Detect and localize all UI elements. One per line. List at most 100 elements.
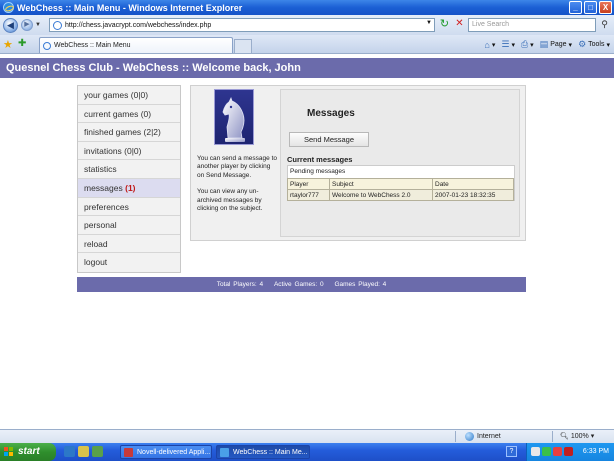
main-menu: your games (0|0) current games (0) finis… — [77, 85, 181, 273]
command-bar: ⌂ ▾ ☰ ▾ ⎙ ▾ ▤ Page ▾ ⚙ Tools ▾ — [484, 39, 610, 50]
browser-status-bar: Internet 🔍︎ 100% ▾ — [0, 429, 614, 443]
close-button[interactable]: X — [599, 1, 612, 14]
zone-label: Internet — [477, 433, 501, 440]
taskbar-item-webchess[interactable]: WebChess :: Main Me... — [216, 445, 310, 459]
taskbar-item-novell[interactable]: Novell-delivered Appli... — [120, 445, 212, 459]
address-toolbar: ◀ ▶ ▼ http://chess.javacrypt.com/webches… — [0, 15, 614, 35]
page-menu[interactable]: ▤ Page ▾ — [540, 39, 572, 50]
tools-menu-label: Tools — [588, 41, 605, 48]
menu-item-messages-label: messages — [84, 182, 123, 193]
total-players-stat: Total Players: 4 — [216, 281, 264, 288]
gear-icon: ⚙ — [578, 39, 587, 49]
messages-title: Messages — [307, 108, 355, 119]
window-titlebar: WebChess :: Main Menu - Windows Internet… — [0, 0, 614, 15]
site-stats-footer: Total Players: 4 Active Games: 0 Games P… — [77, 277, 526, 292]
active-games-stat: Active Games: 0 — [273, 281, 324, 288]
window-controls: _ □ X — [569, 1, 612, 14]
menu-item-reload[interactable]: reload — [78, 234, 180, 254]
column-header-player: Player — [287, 178, 330, 190]
add-favorite-icon[interactable]: ✚ — [18, 38, 26, 49]
url-text: http://chess.javacrypt.com/webchess/inde… — [65, 21, 212, 29]
back-button[interactable]: ◀ — [3, 17, 18, 33]
windows-taskbar: start Novell-delivered Appli... WebChess… — [0, 443, 614, 461]
table-header-row: Player Subject Date — [287, 178, 514, 190]
globe-icon — [465, 432, 474, 441]
tools-menu[interactable]: ⚙ Tools ▾ — [578, 39, 610, 50]
page-menu-label: Page — [550, 41, 567, 48]
message-player: rtaylor777 — [287, 189, 330, 201]
send-message-button[interactable]: Send Message — [289, 132, 369, 147]
start-label: start — [18, 446, 40, 457]
zoom-icon: 🔍︎ — [560, 433, 569, 440]
maximize-button[interactable]: □ — [584, 1, 597, 14]
taskbar-item-label: WebChess :: Main Me... — [233, 449, 308, 456]
tab-label: WebChess :: Main Menu — [54, 42, 131, 49]
games-played-stat: Games Played: 4 — [334, 281, 387, 288]
history-dropdown-icon[interactable]: ▼ — [35, 22, 41, 28]
ie-page-icon — [220, 448, 229, 457]
system-tray: 6:33 PM — [526, 443, 614, 461]
print-button[interactable]: ⎙ ▾ — [521, 39, 534, 50]
unread-count-badge: (1) — [125, 182, 136, 193]
tab-bar: ★ ✚ WebChess :: Main Menu ⌂ ▾ ☰ ▾ ⎙ ▾ ▤ Page… — [0, 35, 614, 54]
new-tab-button[interactable] — [234, 39, 252, 53]
home-icon: ⌂ — [484, 39, 490, 50]
tray-shield-icon[interactable] — [542, 447, 551, 456]
pending-messages-caption: Pending messages — [290, 168, 346, 175]
tab-webchess-main-menu[interactable]: WebChess :: Main Menu — [39, 37, 233, 53]
stop-icon[interactable]: ✕ — [453, 18, 466, 31]
menu-item-finished-games[interactable]: finished games (2|2) — [78, 123, 180, 142]
menu-item-invitations[interactable]: invitations (0|0) — [78, 141, 180, 161]
taskbar-item-label: Novell-delivered Appli... — [137, 449, 211, 456]
messages-table: Player Subject Date rtaylor777 Welcome t… — [287, 178, 514, 201]
menu-item-statistics[interactable]: statistics — [78, 160, 180, 179]
search-input[interactable]: Live Search — [468, 18, 596, 32]
menu-item-your-games[interactable]: your games (0|0) — [78, 86, 180, 105]
minimize-button[interactable]: _ — [569, 1, 582, 14]
tab-page-icon — [43, 41, 51, 50]
quicklaunch-desktop-icon[interactable] — [78, 446, 89, 457]
table-row[interactable]: rtaylor777 Welcome to WebChess 2.0 2007-… — [287, 189, 514, 201]
current-messages-heading: Current messages — [287, 155, 353, 164]
page-menu-icon: ▤ — [539, 39, 549, 49]
menu-item-preferences[interactable]: preferences — [78, 197, 180, 217]
address-dropdown-icon[interactable]: ▼ — [426, 20, 432, 26]
window-title: WebChess :: Main Menu - Windows Internet… — [17, 2, 243, 13]
printer-icon: ⎙ — [520, 39, 529, 49]
zoom-level: 100% — [570, 433, 589, 440]
search-icon[interactable]: ⚲ — [598, 18, 611, 31]
help-text: You can send a message to another player… — [197, 155, 279, 221]
address-bar[interactable]: http://chess.javacrypt.com/webchess/inde… — [49, 18, 435, 32]
status-divider — [552, 431, 553, 442]
favorites-star-icon[interactable]: ★ — [3, 38, 13, 51]
zoom-control[interactable]: 🔍︎ 100% ▾ — [560, 432, 594, 440]
column-header-date: Date — [432, 178, 514, 190]
menu-item-logout[interactable]: logout — [78, 253, 180, 272]
feeds-button[interactable]: ☰ ▾ — [501, 39, 515, 50]
forward-button[interactable]: ▶ — [21, 19, 33, 31]
send-help-text: You can send a message to another player… — [197, 155, 277, 179]
view-help-text: You can view any un-archived messages by… — [197, 188, 263, 213]
tray-alert-icon[interactable] — [553, 447, 562, 456]
status-divider — [455, 431, 456, 442]
page-icon — [53, 20, 62, 30]
refresh-icon[interactable]: ↻ — [438, 18, 451, 31]
home-button[interactable]: ⌂ ▾ — [484, 40, 495, 50]
windows-flag-icon — [4, 447, 14, 457]
security-zone[interactable]: Internet — [465, 432, 501, 441]
ie-logo-icon — [3, 2, 14, 13]
quicklaunch-ie-icon[interactable] — [64, 446, 75, 457]
menu-item-messages[interactable]: messages (1) — [78, 178, 180, 198]
clock: 6:33 PM — [582, 448, 609, 455]
menu-item-current-games[interactable]: current games (0) — [78, 104, 180, 124]
help-icon[interactable]: ? — [506, 446, 517, 457]
novell-icon — [124, 448, 133, 457]
tray-novell-icon[interactable] — [564, 447, 573, 456]
start-button[interactable]: start — [0, 443, 56, 461]
message-subject-link[interactable]: Welcome to WebChess 2.0 — [329, 189, 433, 201]
page-title: Quesnel Chess Club - WebChess :: Welcome… — [0, 58, 614, 78]
menu-item-personal[interactable]: personal — [78, 216, 180, 235]
feed-icon: ☰ — [501, 39, 510, 49]
quicklaunch-app-icon[interactable] — [92, 446, 103, 457]
tray-network-icon[interactable] — [531, 447, 540, 456]
